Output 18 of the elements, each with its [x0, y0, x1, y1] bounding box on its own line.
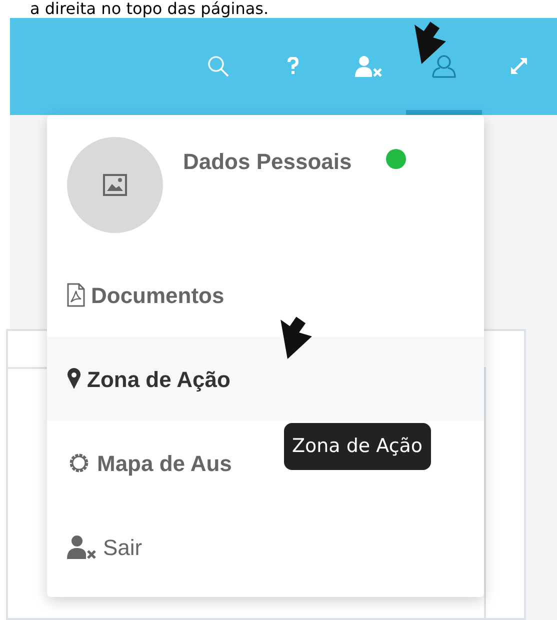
pdf-icon	[67, 283, 85, 307]
image-icon	[103, 174, 127, 196]
cursor-icon	[414, 20, 448, 66]
tooltip: Zona de Ação	[284, 423, 431, 470]
search-icon	[206, 55, 229, 77]
user-remove-icon	[67, 535, 97, 559]
gear-icon	[67, 451, 91, 475]
profile-title[interactable]: Dados Pessoais	[183, 145, 352, 253]
location-pin-icon	[67, 368, 81, 390]
help-icon	[287, 57, 300, 75]
menu-item[interactable]: Documentos	[47, 253, 484, 337]
menu-item[interactable]: Zona de Ação	[47, 337, 484, 421]
caption-text: a direita no topo das páginas.	[29, 0, 270, 18]
user-icon	[432, 54, 456, 78]
user-remove-icon	[354, 55, 383, 77]
expand-icon	[509, 56, 530, 76]
menu-item[interactable]: Sair	[47, 505, 484, 589]
cursor-icon	[280, 315, 314, 361]
